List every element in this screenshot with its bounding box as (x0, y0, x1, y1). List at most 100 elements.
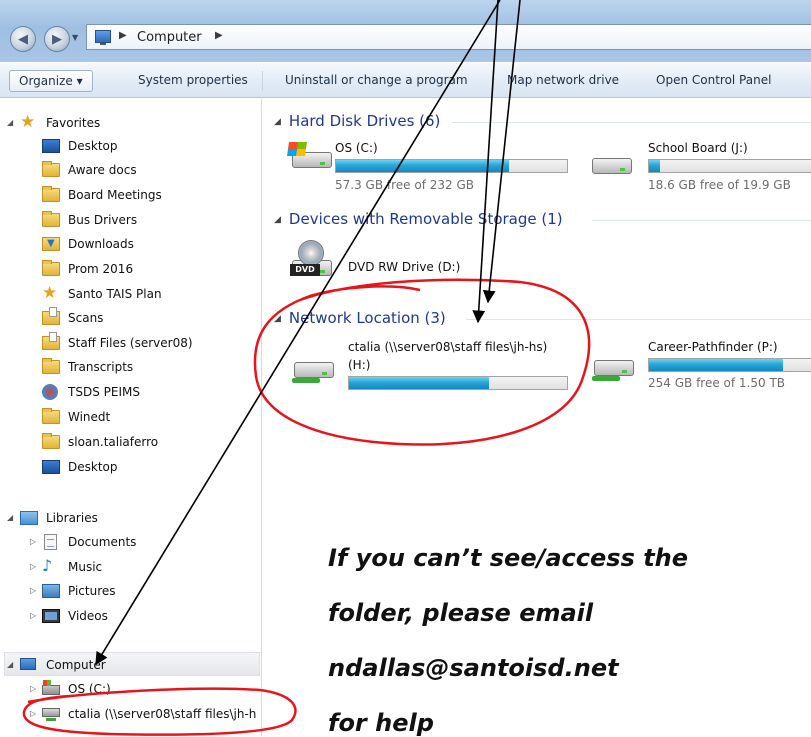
breadcrumb-chevron-icon[interactable]: ▶ (119, 30, 127, 41)
favorites-star-icon: ★ (20, 112, 36, 132)
nav-item-label: Bus Drivers (68, 213, 138, 227)
capacity-bar-os-c (335, 159, 568, 173)
group-divider (466, 319, 811, 320)
expand-arrow-icon[interactable]: ▷ (30, 704, 36, 724)
tsds-peims-icon (42, 384, 58, 400)
capacity-bar-career-pathfinder (648, 358, 811, 372)
group-header-network[interactable]: ◢ Network Location (3) (274, 307, 446, 329)
drive-body (594, 360, 634, 376)
callout-line: ndallas@santoisd.net (328, 654, 619, 682)
dvd-drive-icon[interactable]: DVD (288, 240, 334, 278)
forward-arrow-icon: ▶ (52, 31, 62, 47)
collapse-arrow-icon[interactable]: ◢ (7, 508, 13, 528)
collapse-group-icon[interactable]: ◢ (274, 314, 281, 324)
disc-icon (298, 240, 324, 266)
map-network-drive-button[interactable]: Map network drive (498, 70, 628, 92)
folder-icon (42, 161, 60, 177)
callout-line: for help (328, 709, 434, 737)
career-pathfinder-drive-icon[interactable] (590, 350, 636, 382)
group-header-hard-disks[interactable]: ◢ Hard Disk Drives (6) (274, 110, 440, 132)
address-bar[interactable]: ▶ Computer ▶ (86, 24, 811, 50)
dvd-badge: DVD (290, 264, 320, 276)
school-board-drive-icon[interactable] (588, 148, 634, 180)
breadcrumb-chevron-icon[interactable]: ▶ (215, 30, 223, 41)
back-button[interactable]: ◀ (10, 26, 36, 52)
expand-arrow-icon[interactable]: ▷ (30, 557, 36, 577)
free-space-school-board: 18.6 GB free of 19.9 GB (648, 178, 791, 192)
nav-item-label: OS (C:) (68, 682, 111, 696)
folder-icon (42, 211, 60, 227)
drive-name-ctalia[interactable]: ctalia (\\server08\staff files\jh-hs) (348, 340, 547, 354)
group-divider (592, 220, 811, 221)
group-header-removable[interactable]: ◢ Devices with Removable Storage (1) (274, 208, 563, 230)
nav-item-label: Downloads (68, 237, 134, 251)
nav-item-label: sloan.taliaferro (68, 435, 159, 449)
collapse-arrow-icon[interactable]: ◢ (7, 655, 13, 675)
forward-button[interactable]: ▶ (44, 26, 70, 52)
nav-libraries-label: Libraries (46, 511, 98, 525)
pictures-icon (42, 584, 60, 598)
drive-name-os-c[interactable]: OS (C:) (335, 141, 378, 155)
capacity-fill (336, 160, 510, 172)
expand-arrow-icon[interactable]: ▷ (30, 581, 36, 601)
free-space-career-pathfinder: 254 GB free of 1.50 TB (648, 376, 786, 390)
shared-folder-icon (42, 332, 60, 350)
nav-item-label: Staff Files (server08) (68, 336, 193, 350)
nav-item-label: Transcripts (68, 360, 134, 374)
network-cable-icon (292, 378, 320, 383)
folder-icon (42, 433, 60, 449)
drive-name-school-board[interactable]: School Board (J:) (648, 141, 748, 155)
drive-name-career-pathfinder[interactable]: Career-Pathfinder (P:) (648, 340, 778, 354)
nav-item-label: Pictures (68, 584, 116, 598)
expand-arrow-icon[interactable]: ▷ (30, 679, 36, 699)
open-control-panel-button[interactable]: Open Control Panel (647, 70, 780, 92)
ctalia-network-drive-icon[interactable] (290, 352, 336, 384)
collapse-group-icon[interactable]: ◢ (274, 117, 281, 127)
nav-item-label: Board Meetings (68, 188, 162, 202)
free-space-os-c: 57.3 GB free of 232 GB (335, 178, 474, 192)
nav-item-label: Santo TAIS Plan (68, 287, 162, 301)
nav-item-label: Scans (68, 311, 104, 325)
group-header-label: Hard Disk Drives (6) (288, 112, 441, 130)
expand-arrow-icon[interactable]: ▷ (30, 532, 36, 552)
nav-item-label: Desktop (68, 460, 118, 474)
folder-icon (42, 358, 60, 374)
downloads-icon (42, 237, 60, 251)
expand-arrow-icon[interactable]: ▷ (30, 606, 36, 626)
folder-icon (42, 186, 60, 202)
nav-favorites-label: Favorites (46, 116, 101, 130)
os-drive-icon[interactable] (287, 142, 334, 174)
group-divider (452, 122, 811, 123)
videos-icon (42, 609, 60, 623)
recent-pages-dropdown-icon[interactable]: ▼ (72, 33, 78, 42)
group-header-label: Network Location (3) (288, 309, 446, 327)
organize-button[interactable]: Organize ▾ (9, 70, 93, 92)
system-properties-button[interactable]: System properties (129, 70, 257, 92)
breadcrumb-computer[interactable]: Computer (137, 30, 202, 45)
windows-drive-icon (42, 680, 60, 695)
folder-icon (42, 408, 60, 424)
callout-line: folder, please email (328, 599, 594, 627)
nav-item-label: TSDS PEIMS (68, 385, 140, 399)
toolbar-divider (262, 71, 263, 91)
capacity-fill (649, 359, 784, 371)
nav-item-label: Desktop (68, 139, 118, 153)
collapse-arrow-icon[interactable]: ◢ (7, 113, 13, 133)
computer-icon (95, 30, 111, 45)
nav-item-label: Aware docs (68, 163, 137, 177)
command-bar: Organize ▾ System properties Uninstall o… (0, 62, 811, 98)
nav-selection-highlight (4, 652, 260, 676)
drive-body (294, 362, 334, 378)
uninstall-program-button[interactable]: Uninstall or change a program (276, 70, 477, 92)
capacity-fill (649, 160, 661, 172)
libraries-icon (20, 511, 38, 525)
nav-item-label: Prom 2016 (68, 262, 134, 276)
desktop-icon (42, 139, 60, 153)
drive-name-dvd[interactable]: DVD RW Drive (D:) (348, 260, 460, 274)
scans-folder-icon (42, 307, 60, 325)
help-callout: If you can’t see/access the folder, plea… (312, 522, 777, 737)
nav-item-label: Winedt (68, 410, 111, 424)
group-header-label: Devices with Removable Storage (1) (288, 210, 563, 228)
computer-icon (20, 658, 36, 670)
collapse-group-icon[interactable]: ◢ (274, 215, 281, 225)
